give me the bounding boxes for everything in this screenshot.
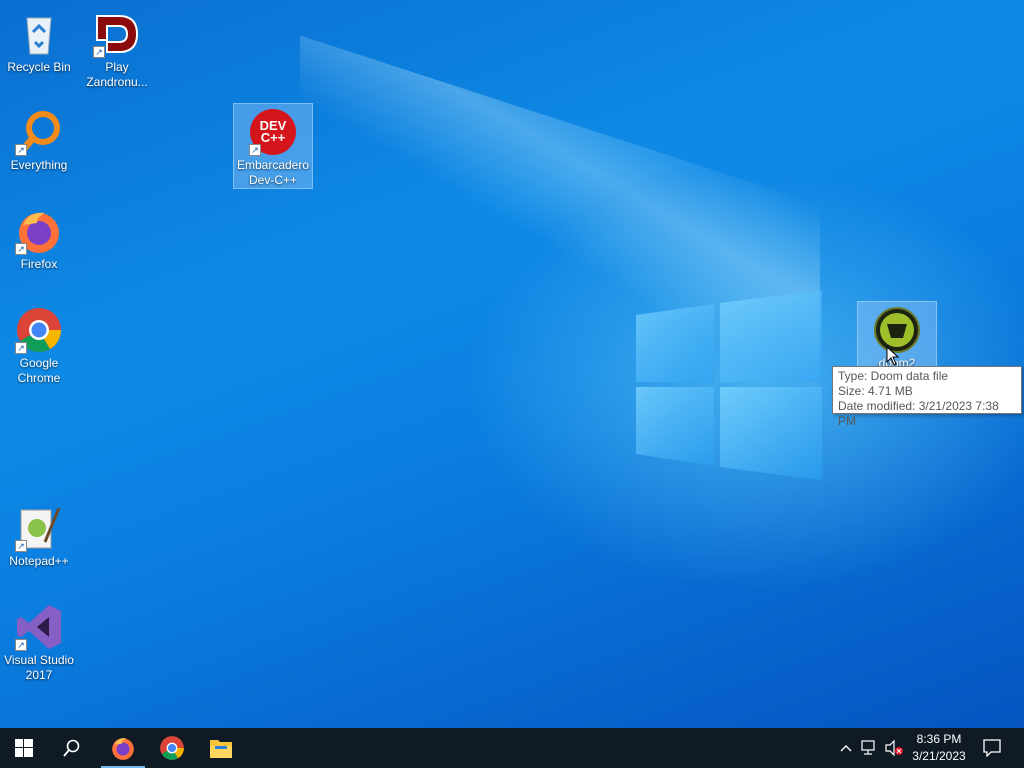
action-center-button[interactable] <box>974 728 1010 768</box>
dev-cpp-icon: DEV C++ ↗ <box>249 108 297 156</box>
shortcut-arrow-icon: ↗ <box>249 144 261 156</box>
shortcut-arrow-icon: ↗ <box>15 342 27 354</box>
visual-studio-icon: ↗ <box>15 603 63 651</box>
shortcut-arrow-icon: ↗ <box>93 46 105 58</box>
file-info-tooltip: Type: Doom data file Size: 4.71 MB Date … <box>832 366 1022 428</box>
firefox-icon: ↗ <box>15 207 63 255</box>
zandronum-icon: ↗ <box>93 10 141 58</box>
show-hidden-icons-button[interactable] <box>834 728 858 768</box>
shortcut-arrow-icon: ↗ <box>15 243 27 255</box>
network-button[interactable] <box>858 728 882 768</box>
mouse-cursor-icon <box>886 346 900 366</box>
folder-icon <box>210 740 232 758</box>
desktop-icon-visual-studio-2017[interactable]: ↗ Visual Studio 2017 <box>0 599 78 683</box>
desktop-icon-google-chrome[interactable]: ↗ Google Chrome <box>0 302 78 386</box>
desktop-icon-notepad-plus-plus[interactable]: ↗ Notepad++ <box>0 500 78 569</box>
clock-date: 3/21/2023 <box>912 749 966 763</box>
shortcut-arrow-icon: ↗ <box>15 144 27 156</box>
chevron-up-icon <box>840 745 852 752</box>
volume-button[interactable] <box>882 728 906 768</box>
taskbar-firefox[interactable] <box>99 728 147 768</box>
search-icon <box>63 739 80 757</box>
taskbar-chrome[interactable] <box>148 728 196 768</box>
windows-start-icon <box>15 739 33 757</box>
desktop-icon-firefox[interactable]: ↗ Firefox <box>0 203 78 272</box>
everything-magnifier-icon: ↗ <box>15 108 63 156</box>
search-button[interactable] <box>48 728 96 768</box>
taskbar-file-explorer[interactable] <box>197 728 245 768</box>
icon-label: Embarcadero Dev-C++ <box>236 158 310 187</box>
notepad-plus-plus-icon: ↗ <box>15 504 63 552</box>
recycle-bin-icon <box>15 10 63 58</box>
volume-muted-icon <box>885 740 903 756</box>
icon-label: Everything <box>10 158 68 172</box>
tooltip-date-modified: Date modified: 3/21/2023 7:38 PM <box>838 399 999 428</box>
icon-label: Notepad++ <box>9 554 69 568</box>
start-button[interactable] <box>0 728 48 768</box>
clock-time: 8:36 PM <box>916 732 962 746</box>
tooltip-size: Size: 4.71 MB <box>838 384 913 398</box>
clock[interactable]: 8:36 PM 3/21/2023 <box>906 728 972 768</box>
desktop[interactable]: Recycle Bin ↗ Play Zandronu... ↗ Everyth… <box>0 0 1024 728</box>
tooltip-type: Type: Doom data file <box>838 369 949 383</box>
shortcut-arrow-icon: ↗ <box>15 540 27 552</box>
icon-label: Firefox <box>20 257 58 271</box>
network-icon <box>861 740 875 755</box>
chrome-icon: ↗ <box>15 306 63 354</box>
desktop-icon-recycle-bin[interactable]: Recycle Bin <box>0 6 78 75</box>
icon-label: Recycle Bin <box>7 60 71 74</box>
desktop-icon-everything[interactable]: ↗ Everything <box>0 104 78 173</box>
icon-label: Visual Studio 2017 <box>4 653 74 682</box>
windows-logo-wallpaper <box>636 290 822 480</box>
desktop-icon-play-zandronum[interactable]: ↗ Play Zandronu... <box>78 6 156 90</box>
taskbar: 8:36 PM 3/21/2023 <box>0 728 1024 768</box>
icon-label: Google Chrome <box>17 356 61 385</box>
icon-label: Play Zandronu... <box>86 60 148 89</box>
desktop-icon-dev-cpp[interactable]: DEV C++ ↗ Embarcadero Dev-C++ <box>233 103 313 189</box>
notification-icon <box>983 739 1001 757</box>
shortcut-arrow-icon: ↗ <box>15 639 27 651</box>
firefox-icon <box>112 738 134 760</box>
chrome-icon <box>160 736 184 760</box>
